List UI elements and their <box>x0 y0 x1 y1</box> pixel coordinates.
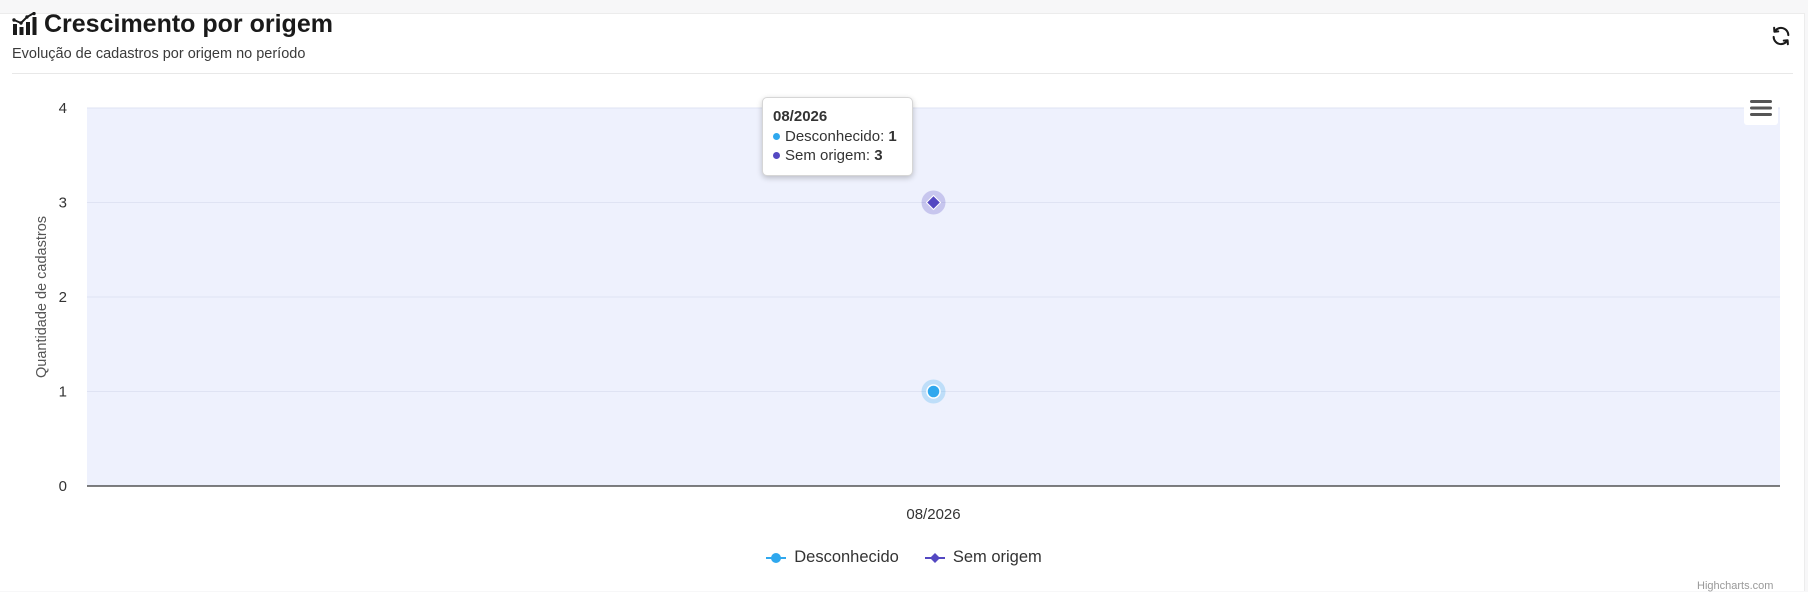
legend-item-sem-origem[interactable]: Sem origem <box>924 548 1042 567</box>
tooltip-label: Sem origem <box>785 147 866 164</box>
y-tick-label: 3 <box>59 195 67 212</box>
legend-item-desconhecido[interactable]: Desconhecido <box>766 548 899 567</box>
x-tick-label: 08/2026 <box>906 506 960 523</box>
tooltip-header: 08/2026 <box>773 108 828 125</box>
legend-label: Desconhecido <box>794 548 899 566</box>
y-tick-label: 0 <box>59 478 67 495</box>
data-point-circle <box>926 384 941 399</box>
chart-credits[interactable]: Highcharts.com <box>1697 580 1773 592</box>
legend-diamond-marker-icon <box>924 552 945 563</box>
tooltip-dot-icon <box>773 152 780 159</box>
tooltip-row-desconhecido: Desconhecido: 1 <box>773 127 902 146</box>
chart-svg: 0 1 2 3 4 08/2026 Quantidade de cadastros <box>34 100 1780 523</box>
legend-label: Sem origem <box>952 548 1042 566</box>
chart-legend: Desconhecido Sem origem <box>0 548 1808 567</box>
y-tick-label: 2 <box>59 289 67 306</box>
legend-circle-marker-icon <box>766 552 787 563</box>
tooltip-value: 3 <box>874 147 883 164</box>
chart-tooltip: 08/2026 Desconhecido: 1 Sem origem: 3 <box>762 97 913 176</box>
tooltip-value: 1 <box>888 128 897 145</box>
y-axis-title: Quantidade de cadastros <box>34 216 50 378</box>
tooltip-row-sem-origem: Sem origem: 3 <box>773 146 902 165</box>
tooltip-label: Desconhecido <box>785 128 881 145</box>
y-tick-label: 4 <box>59 100 67 117</box>
chart-menu-button[interactable] <box>1744 91 1778 125</box>
hamburger-menu-icon <box>1750 100 1772 116</box>
y-tick-label: 1 <box>59 384 67 401</box>
tooltip-dot-icon <box>773 133 780 140</box>
